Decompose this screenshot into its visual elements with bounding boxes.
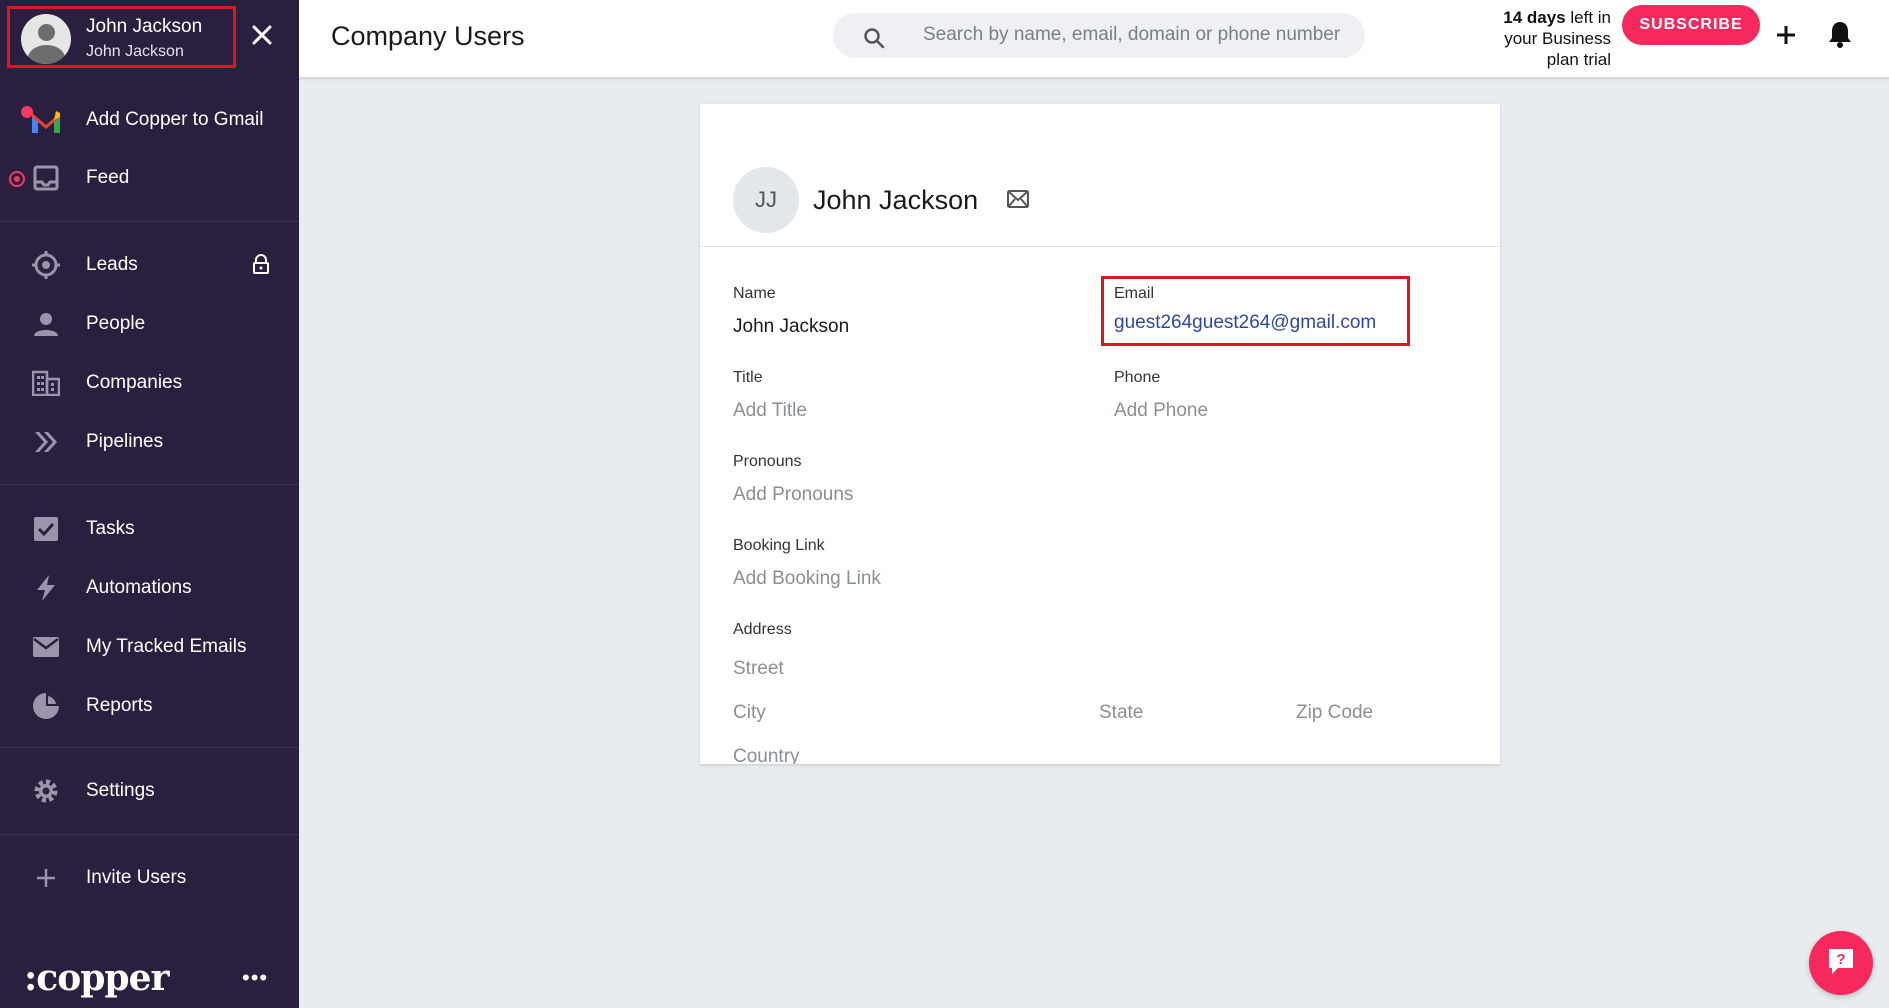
avatar: [21, 14, 71, 64]
bell-icon[interactable]: [1827, 20, 1853, 53]
trial-notice: 14 days left in your Business plan trial: [1474, 7, 1611, 70]
copper-logo: :copper: [24, 957, 169, 999]
sidebar: John Jackson John Jackson Add Copper to …: [0, 0, 299, 1008]
divider: [0, 747, 299, 748]
gmail-icon: [20, 105, 64, 135]
top-header: Company Users 14 days left in your Busin…: [299, 0, 1889, 77]
sidebar-item-leads[interactable]: Leads: [0, 240, 299, 288]
divider: [0, 834, 299, 835]
trial-days: 14 days: [1503, 8, 1566, 27]
divider: [0, 221, 299, 222]
lightning-icon: [31, 573, 61, 603]
card-header: JJ John Jackson: [700, 104, 1500, 247]
sidebar-item-settings[interactable]: Settings: [0, 766, 299, 814]
sidebar-item-people[interactable]: People: [0, 299, 299, 347]
zip-code-field[interactable]: Zip Code: [1296, 702, 1373, 724]
sidebar-item-reports[interactable]: Reports: [0, 681, 299, 729]
sidebar-item-label: People: [86, 313, 146, 334]
booking-link-field[interactable]: Add Booking Link: [733, 568, 881, 590]
street-field[interactable]: Street: [733, 658, 784, 680]
state-field[interactable]: State: [1099, 702, 1143, 724]
search-icon: [863, 27, 885, 54]
sidebar-item-label: Feed: [86, 167, 130, 188]
pronouns-field[interactable]: Add Pronouns: [733, 484, 853, 506]
more-options-icon[interactable]: •••: [242, 965, 268, 991]
lock-icon: [252, 254, 270, 279]
user-profile-card: JJ John Jackson Name John Jackson Email …: [700, 104, 1500, 764]
booking-link-label: Booking Link: [733, 537, 825, 554]
sidebar-item-label: My Tracked Emails: [86, 636, 247, 657]
target-icon: [31, 250, 61, 280]
sidebar-item-label: Reports: [86, 695, 153, 716]
inbox-icon: [31, 163, 61, 193]
name-value[interactable]: John Jackson: [733, 316, 849, 338]
sidebar-item-label: Leads: [86, 254, 138, 275]
sidebar-item-label: Pipelines: [86, 431, 164, 452]
email-label: Email: [1114, 285, 1155, 302]
mail-icon[interactable]: [1007, 190, 1029, 213]
trial-text: plan trial: [1546, 50, 1611, 69]
sidebar-item-my-tracked-emails[interactable]: My Tracked Emails: [0, 622, 299, 670]
sidebar-item-companies[interactable]: Companies: [0, 358, 299, 406]
checkbox-icon: [31, 514, 61, 544]
sidebar-item-feed[interactable]: Feed: [0, 153, 299, 201]
envelope-icon: [31, 632, 61, 662]
chevrons-right-icon: [31, 427, 61, 457]
person-icon: [31, 309, 61, 339]
divider: [0, 484, 299, 485]
sidebar-item-add-copper-to-gmail[interactable]: Add Copper to Gmail: [0, 95, 299, 143]
phone-field[interactable]: Add Phone: [1114, 400, 1208, 422]
sidebar-item-label: Invite Users: [86, 867, 187, 888]
avatar: JJ: [733, 167, 799, 233]
sidebar-item-automations[interactable]: Automations: [0, 563, 299, 611]
search-input[interactable]: [923, 22, 1353, 48]
close-icon[interactable]: [249, 22, 275, 48]
sidebar-item-pipelines[interactable]: Pipelines: [0, 417, 299, 465]
phone-label: Phone: [1114, 369, 1161, 386]
help-button[interactable]: ?: [1809, 931, 1873, 995]
title-label: Title: [733, 369, 763, 386]
plus-icon: [31, 863, 61, 893]
country-field[interactable]: Country: [733, 746, 800, 764]
sidebar-item-label: Settings: [86, 780, 155, 801]
city-field[interactable]: City: [733, 702, 766, 724]
title-field[interactable]: Add Title: [733, 400, 807, 422]
email-link[interactable]: guest264guest264@gmail.com: [1114, 312, 1376, 334]
building-icon: [31, 368, 61, 398]
sidebar-item-label: Automations: [86, 577, 192, 598]
page-title: Company Users: [331, 21, 525, 51]
sidebar-item-label: Tasks: [86, 518, 135, 539]
gear-icon: [31, 776, 61, 806]
profile-name: John Jackson: [813, 185, 979, 215]
trial-text: your Business: [1504, 29, 1611, 48]
trial-text: left in: [1565, 8, 1611, 27]
sidebar-item-tasks[interactable]: Tasks: [0, 504, 299, 552]
sidebar-item-label: Companies: [86, 372, 183, 393]
user-profile-button[interactable]: John Jackson John Jackson: [7, 6, 236, 68]
sidebar-item-label: Add Copper to Gmail: [86, 109, 264, 130]
help-chat-icon: ?: [1826, 946, 1856, 981]
user-subtitle: John Jackson: [86, 43, 184, 60]
name-label: Name: [733, 285, 776, 302]
pronouns-label: Pronouns: [733, 453, 802, 470]
add-icon[interactable]: [1775, 24, 1797, 51]
user-name: John Jackson: [86, 16, 203, 37]
notification-dot-icon: [9, 171, 25, 187]
svg-text:?: ?: [1836, 951, 1845, 968]
subscribe-button[interactable]: SUBSCRIBE: [1622, 5, 1760, 45]
search-bar[interactable]: [833, 13, 1365, 58]
sidebar-item-invite-users[interactable]: Invite Users: [0, 853, 299, 901]
address-label: Address: [733, 621, 792, 638]
pie-chart-icon: [31, 691, 61, 721]
